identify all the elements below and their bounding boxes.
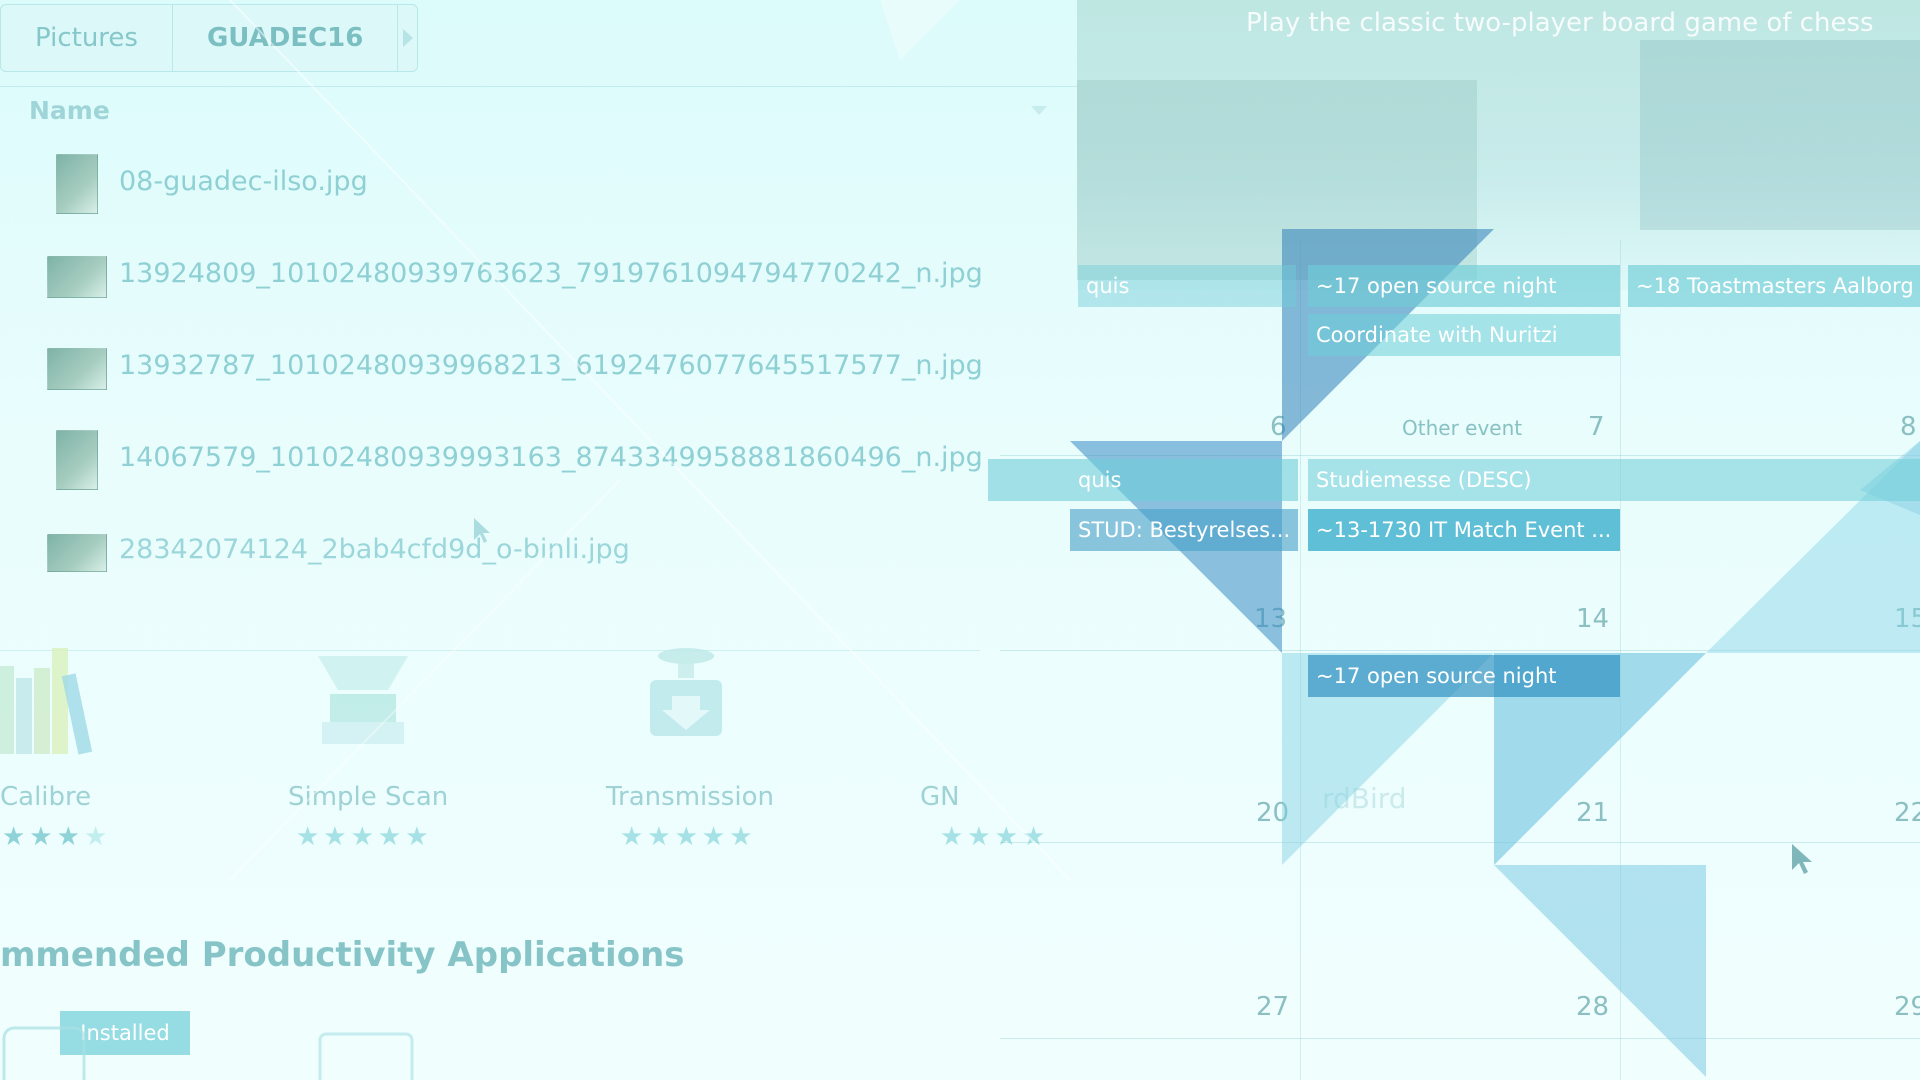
file-row[interactable]: 14067579_10102480939993163_8743349958881…: [0, 414, 1077, 506]
calendar-row-line: [1000, 1038, 1920, 1039]
rating-stars: ★★★★★: [620, 822, 757, 852]
calendar-event[interactable]: ~17 open source night: [1308, 265, 1620, 307]
productivity-app-icons: [2, 1026, 414, 1080]
file-name: 28342074124_2bab4cfd9d_o-binli.jpg: [119, 534, 630, 565]
day-number[interactable]: 22: [1894, 798, 1920, 828]
file-name: 13932787_10102480939968213_6192476077645…: [119, 350, 983, 381]
column-header-name[interactable]: Name: [29, 96, 110, 125]
calendar-event[interactable]: ~13-1730 IT Match Event ...: [1308, 509, 1620, 551]
breadcrumb-guadec16[interactable]: GUADEC16: [173, 5, 399, 71]
mouse-pointer-icon: [1792, 844, 1812, 874]
rating-stars: ★★★★: [2, 822, 112, 852]
file-thumbnail-icon: [47, 256, 107, 298]
calendar-col-line: [1300, 240, 1301, 1080]
app-tile-transmission[interactable]: Transmission ★★★★★: [540, 640, 840, 870]
app-name: Simple Scan: [288, 782, 449, 812]
chevron-right-icon: [402, 29, 413, 47]
app-name: Calibre: [0, 782, 92, 812]
calendar-event[interactable]: ~17 open source night: [1308, 655, 1620, 697]
day-number[interactable]: 21: [1576, 798, 1609, 828]
app-tile-simple-scan[interactable]: Simple Scan ★★★★★: [220, 640, 520, 870]
transmission-icon: [650, 648, 722, 736]
sort-descending-icon[interactable]: [1031, 106, 1047, 115]
calendar-event[interactable]: quis: [988, 459, 1298, 501]
day-number[interactable]: 29: [1894, 992, 1920, 1022]
calendar-event[interactable]: Studiemesse (DESC): [1308, 459, 1920, 501]
breadcrumb-forward-button[interactable]: [398, 5, 417, 71]
file-row[interactable]: 28342074124_2bab4cfd9d_o-binli.jpg: [0, 506, 1077, 598]
banner-photo-people: [1077, 80, 1477, 280]
day-number[interactable]: 14: [1576, 604, 1609, 634]
day-number[interactable]: 27: [1256, 992, 1289, 1022]
file-name: 13924809_10102480939763623_7919761094794…: [119, 258, 983, 289]
file-thumbnail-icon: [47, 534, 107, 572]
app-name: Transmission: [606, 782, 774, 812]
other-event-label[interactable]: Other event: [1402, 416, 1522, 440]
app-name-faded: rdBird: [1322, 782, 1407, 815]
file-row[interactable]: 08-guadec-ilso.jpg: [0, 138, 1077, 230]
rating-stars: ★★★★: [940, 822, 1050, 852]
app-name: GN: [920, 782, 960, 812]
rating-stars: ★★★★★: [296, 822, 433, 852]
calibre-books-icon: [0, 648, 93, 755]
calendar-row-line: [1000, 455, 1920, 456]
calendar-event[interactable]: Coordinate with Nuritzi: [1308, 314, 1620, 356]
calendar-row-line: [1000, 842, 1920, 843]
mouse-pointer-icon: [474, 518, 490, 543]
banner-photo-room: [1640, 40, 1920, 230]
file-thumbnail-icon: [47, 348, 107, 390]
file-name: 14067579_10102480939993163_8743349958881…: [119, 442, 983, 473]
day-number[interactable]: 20: [1256, 798, 1289, 828]
file-row[interactable]: 13932787_10102480939968213_6192476077645…: [0, 322, 1077, 414]
day-number[interactable]: 28: [1576, 992, 1609, 1022]
calendar-event[interactable]: ~18 Toastmasters Aalborg: [1628, 265, 1920, 307]
calendar-event[interactable]: STUD: Bestyrelses...: [1070, 509, 1298, 551]
chess-description-text: Play the classic two-player board game o…: [1246, 8, 1874, 38]
file-thumbnail-icon: [56, 154, 98, 214]
file-thumbnail-icon: [56, 430, 98, 490]
app-tile-gn[interactable]: GN ★★★★: [860, 640, 1160, 870]
file-name: 08-guadec-ilso.jpg: [119, 166, 368, 197]
file-row[interactable]: 13924809_10102480939763623_7919761094794…: [0, 230, 1077, 322]
scanner-icon: [318, 656, 408, 744]
calendar-event[interactable]: quis: [1078, 265, 1296, 307]
section-title: mmended Productivity Applications: [0, 935, 685, 975]
calendar-row-line: [1000, 650, 1920, 651]
day-number[interactable]: 13: [1254, 604, 1287, 634]
header-divider: [0, 86, 1077, 87]
day-number[interactable]: 8: [1900, 412, 1917, 442]
day-number[interactable]: 7: [1588, 412, 1605, 442]
breadcrumb-pictures[interactable]: Pictures: [1, 5, 173, 71]
day-number[interactable]: 6: [1270, 412, 1287, 442]
day-number[interactable]: 15: [1894, 604, 1920, 634]
breadcrumb: Pictures GUADEC16: [0, 4, 418, 72]
calendar-col-line: [1620, 240, 1621, 1080]
